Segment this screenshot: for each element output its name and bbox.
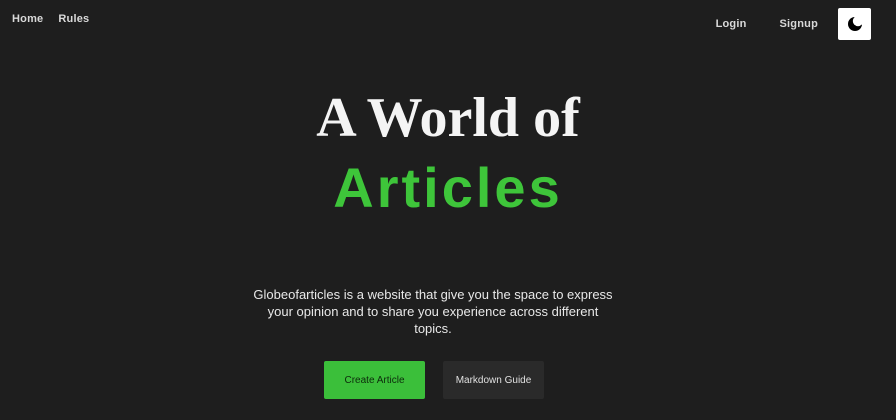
hero-description: Globeofarticles is a website that give y… bbox=[253, 287, 613, 336]
markdown-guide-button[interactable]: Markdown Guide bbox=[443, 361, 544, 399]
account-nav: Login Signup bbox=[716, 8, 871, 40]
hero-title-highlight: Articles bbox=[333, 156, 563, 219]
login-link[interactable]: Login bbox=[716, 18, 747, 30]
create-article-button[interactable]: Create Article bbox=[324, 361, 425, 399]
primary-nav: Home Rules bbox=[12, 13, 89, 25]
hero: A World of Articles bbox=[0, 82, 896, 222]
nav-rules-link[interactable]: Rules bbox=[58, 13, 89, 25]
hero-title: A World of bbox=[316, 87, 580, 149]
signup-link[interactable]: Signup bbox=[780, 18, 818, 30]
nav-home-link[interactable]: Home bbox=[12, 13, 43, 25]
theme-toggle-button[interactable] bbox=[838, 8, 871, 40]
hero-actions: Create Article Markdown Guide bbox=[324, 361, 544, 399]
moon-icon bbox=[847, 15, 863, 31]
landing-page: Home Rules Login Signup A World of Artic… bbox=[0, 0, 896, 420]
